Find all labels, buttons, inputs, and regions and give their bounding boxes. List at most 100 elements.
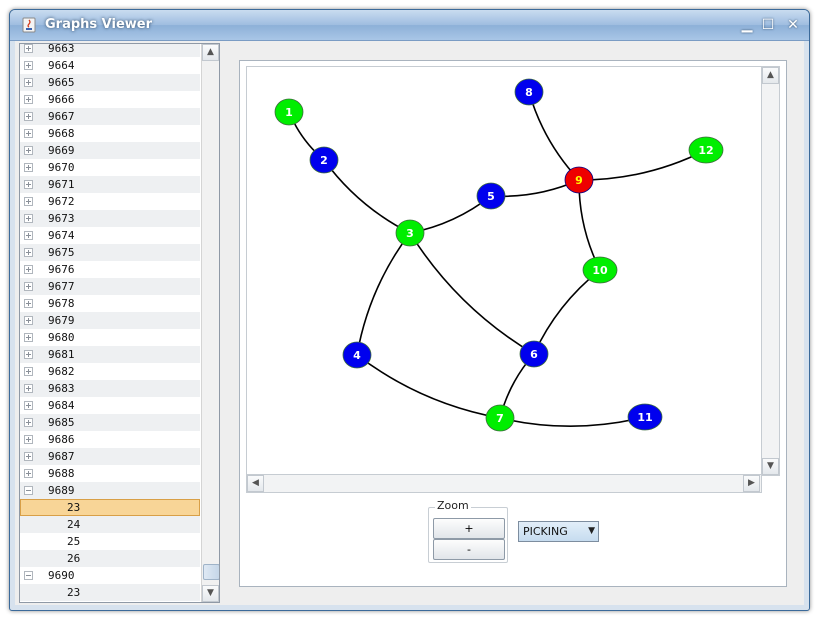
tree-child-item[interactable]: 24 bbox=[20, 516, 200, 533]
tree-node[interactable]: 9669 bbox=[20, 142, 200, 159]
graph-node[interactable]: 11 bbox=[627, 403, 663, 431]
minimize-button[interactable]: ▁ bbox=[738, 16, 756, 34]
expand-icon[interactable] bbox=[24, 384, 33, 393]
tree-node[interactable]: 9688 bbox=[20, 465, 200, 482]
graph-node[interactable]: 8 bbox=[514, 78, 544, 106]
graph-node-label: 3 bbox=[406, 227, 414, 240]
expand-icon[interactable] bbox=[24, 78, 33, 87]
graph-svg[interactable]: 123456789101112 bbox=[247, 67, 763, 475]
graph-tree[interactable]: 9663 9664 9665 9666 9667 9668 9669 9670 9671 9672… bbox=[20, 44, 200, 601]
expand-icon[interactable] bbox=[24, 44, 33, 53]
tree-node[interactable]: 9672 bbox=[20, 193, 200, 210]
maximize-button[interactable]: ☐ bbox=[759, 16, 777, 34]
tree-node[interactable]: 9679 bbox=[20, 312, 200, 329]
expand-icon[interactable] bbox=[24, 401, 33, 410]
tree-node[interactable]: 9671 bbox=[20, 176, 200, 193]
graph-horizontal-scrollbar[interactable]: ◀ ▶ bbox=[246, 474, 762, 493]
expand-icon[interactable] bbox=[24, 95, 33, 104]
tree-node[interactable]: 9674 bbox=[20, 227, 200, 244]
tree-node[interactable]: 9667 bbox=[20, 108, 200, 125]
graph-scroll-down-icon[interactable]: ▼ bbox=[762, 458, 779, 475]
tree-node[interactable]: 9673 bbox=[20, 210, 200, 227]
expand-icon[interactable] bbox=[24, 197, 33, 206]
tree-node[interactable]: 9676 bbox=[20, 261, 200, 278]
expand-icon[interactable] bbox=[24, 112, 33, 121]
graph-node[interactable]: 6 bbox=[519, 340, 549, 368]
zoom-out-button[interactable]: - bbox=[433, 539, 505, 560]
expand-icon[interactable] bbox=[24, 214, 33, 223]
graph-node-label: 2 bbox=[320, 154, 328, 167]
expand-icon[interactable] bbox=[24, 248, 33, 257]
title-bar[interactable]: Graphs Viewer ▁ ☐ ✕ bbox=[10, 10, 809, 41]
expand-icon[interactable] bbox=[24, 146, 33, 155]
graph-node[interactable]: 3 bbox=[395, 219, 425, 247]
expand-icon[interactable] bbox=[24, 418, 33, 427]
tree-node[interactable]: 9687 bbox=[20, 448, 200, 465]
tree-node[interactable]: 9683 bbox=[20, 380, 200, 397]
tree-node[interactable]: 9686 bbox=[20, 431, 200, 448]
expand-icon[interactable] bbox=[24, 452, 33, 461]
close-button[interactable]: ✕ bbox=[784, 16, 802, 34]
tree-item-label: 9675 bbox=[48, 246, 75, 259]
graph-scroll-left-icon[interactable]: ◀ bbox=[247, 475, 264, 492]
tree-child-item[interactable]: 23 bbox=[20, 584, 200, 601]
tree-node[interactable]: 9663 bbox=[20, 44, 200, 57]
tree-node[interactable]: 9680 bbox=[20, 329, 200, 346]
graph-node[interactable]: 4 bbox=[342, 341, 372, 369]
graph-node[interactable]: 2 bbox=[309, 146, 339, 174]
tree-node[interactable]: 9665 bbox=[20, 74, 200, 91]
tree-item-label: 9688 bbox=[48, 467, 75, 480]
tree-node[interactable]: 9689 bbox=[20, 482, 200, 499]
tree-node[interactable]: 9668 bbox=[20, 125, 200, 142]
collapse-icon[interactable] bbox=[24, 571, 33, 580]
tree-node[interactable]: 9682 bbox=[20, 363, 200, 380]
graph-node[interactable]: 9 bbox=[564, 166, 594, 194]
tree-node[interactable]: 9690 bbox=[20, 567, 200, 584]
graph-scroll-up-icon[interactable]: ▲ bbox=[762, 67, 779, 84]
tree-node[interactable]: 9685 bbox=[20, 414, 200, 431]
mouse-mode-select[interactable]: PICKING ▼ bbox=[518, 521, 599, 542]
expand-icon[interactable] bbox=[24, 231, 33, 240]
tree-node[interactable]: 9677 bbox=[20, 278, 200, 295]
expand-icon[interactable] bbox=[24, 299, 33, 308]
graph-node[interactable]: 10 bbox=[582, 256, 618, 284]
tree-item-label: 9674 bbox=[48, 229, 75, 242]
expand-icon[interactable] bbox=[24, 61, 33, 70]
tree-node[interactable]: 9675 bbox=[20, 244, 200, 261]
zoom-in-button[interactable]: + bbox=[433, 518, 505, 539]
expand-icon[interactable] bbox=[24, 435, 33, 444]
graph-canvas[interactable]: 1 2 3 4 5 6 7 8 9 10 11 12 bbox=[246, 66, 764, 476]
scroll-up-arrow-icon[interactable]: ▲ bbox=[202, 44, 219, 61]
graph-node[interactable]: 7 bbox=[485, 404, 515, 432]
tree-node[interactable]: 9681 bbox=[20, 346, 200, 363]
expand-icon[interactable] bbox=[24, 316, 33, 325]
tree-node[interactable]: 9684 bbox=[20, 397, 200, 414]
tree-node[interactable]: 9664 bbox=[20, 57, 200, 74]
tree-item-label: 9689 bbox=[48, 484, 75, 497]
expand-icon[interactable] bbox=[24, 180, 33, 189]
tree-node[interactable]: 9670 bbox=[20, 159, 200, 176]
collapse-icon[interactable] bbox=[24, 486, 33, 495]
expand-icon[interactable] bbox=[24, 350, 33, 359]
tree-vertical-scrollbar[interactable]: ▲ ▼ bbox=[201, 44, 219, 602]
expand-icon[interactable] bbox=[24, 333, 33, 342]
graph-node[interactable]: 12 bbox=[688, 136, 724, 164]
graph-node[interactable]: 5 bbox=[476, 182, 506, 210]
scroll-down-arrow-icon[interactable]: ▼ bbox=[202, 585, 219, 602]
expand-icon[interactable] bbox=[24, 367, 33, 376]
expand-icon[interactable] bbox=[24, 282, 33, 291]
expand-icon[interactable] bbox=[24, 163, 33, 172]
tree-node[interactable]: 9678 bbox=[20, 295, 200, 312]
tree-child-item[interactable]: 25 bbox=[20, 533, 200, 550]
tree-child-item[interactable]: 26 bbox=[20, 550, 200, 567]
tree-item-label: 9683 bbox=[48, 382, 75, 395]
expand-icon[interactable] bbox=[24, 265, 33, 274]
tree-scroll-thumb[interactable] bbox=[203, 564, 219, 580]
graph-node[interactable]: 1 bbox=[274, 98, 304, 126]
tree-child-item[interactable]: 23 bbox=[20, 499, 200, 516]
graph-scroll-right-icon[interactable]: ▶ bbox=[743, 475, 760, 492]
tree-node[interactable]: 9666 bbox=[20, 91, 200, 108]
graph-vertical-scrollbar[interactable]: ▲ ▼ bbox=[761, 66, 780, 476]
expand-icon[interactable] bbox=[24, 129, 33, 138]
expand-icon[interactable] bbox=[24, 469, 33, 478]
